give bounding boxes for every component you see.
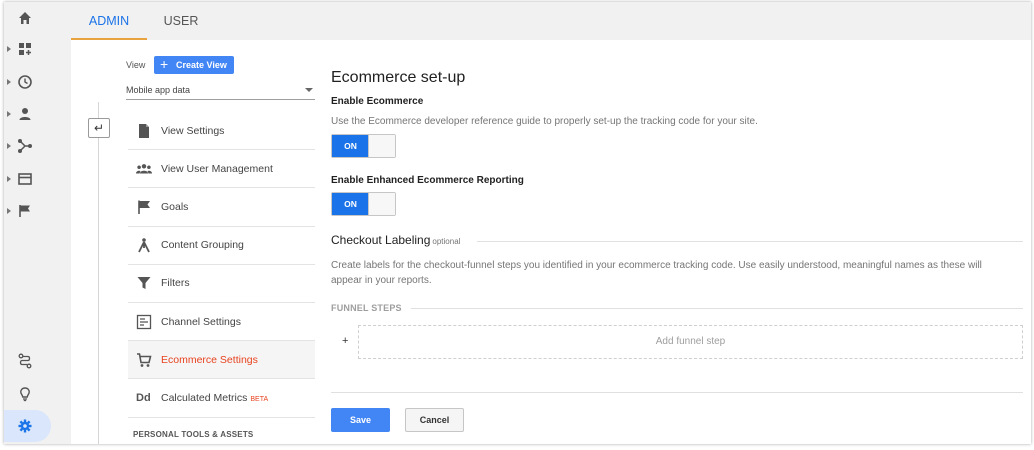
- checkout-description-line-2: appear in your reports.: [331, 275, 432, 286]
- rail-conversions[interactable]: [4, 195, 71, 227]
- menu-item-view-settings[interactable]: View Settings: [128, 112, 315, 151]
- checkout-description: Create labels for the checkout-funnel st…: [331, 258, 982, 288]
- beta-badge: BETA: [250, 395, 269, 403]
- dashboard-icon: [19, 43, 31, 55]
- expand-caret-icon: [7, 176, 11, 182]
- enhanced-ecommerce-label: Enable Enhanced Ecommerce Reporting: [331, 175, 524, 186]
- view-selected-value: Mobile app data: [126, 85, 191, 95]
- clock-icon: [18, 75, 32, 89]
- discover-icon: [18, 353, 32, 369]
- expand-caret-icon: [7, 79, 11, 85]
- create-view-label: Create View: [176, 60, 227, 70]
- expand-caret-icon: [7, 46, 11, 52]
- dropdown-arrow-icon: [305, 88, 313, 92]
- menu-item-label: Channel Settings: [161, 315, 241, 328]
- create-view-button[interactable]: + Create View: [154, 56, 234, 74]
- enable-ecommerce-description: Use the Ecommerce developer reference gu…: [331, 116, 758, 127]
- menu-item-label: Ecommerce Settings: [161, 353, 258, 366]
- expand-caret-icon: [7, 208, 11, 214]
- save-button[interactable]: Save: [331, 408, 390, 432]
- rail-acquisition[interactable]: [4, 130, 71, 162]
- menu-item-filters[interactable]: Filters: [128, 265, 315, 303]
- checkout-labeling-heading: Checkout Labeling optional: [331, 233, 1023, 247]
- checkout-description-line-1: Create labels for the checkout-funnel st…: [331, 260, 982, 271]
- checkout-labeling-title: Checkout Labeling: [331, 233, 431, 247]
- back-arrow-icon: ↵: [93, 121, 105, 135]
- enhanced-ecommerce-toggle[interactable]: ON: [331, 192, 396, 216]
- toggle-on-state: ON: [332, 193, 369, 215]
- view-settings-menu: View Settings View User Management Goals…: [128, 112, 315, 418]
- document-icon: [139, 123, 149, 138]
- personal-tools-heading: PERSONAL TOOLS & ASSETS: [133, 430, 254, 439]
- funnel-steps-title: FUNNEL STEPS: [331, 303, 402, 313]
- expand-caret-icon: [7, 111, 11, 117]
- toggle-on-state: ON: [332, 135, 369, 157]
- column-divider: [98, 102, 99, 444]
- rail-behavior[interactable]: [4, 163, 71, 195]
- flag-icon: [138, 200, 150, 214]
- tab-user[interactable]: USER: [157, 2, 205, 40]
- calculated-metrics-label: Calculated Metrics: [161, 391, 248, 404]
- menu-item-view-user-management[interactable]: View User Management: [128, 150, 315, 189]
- menu-item-goals[interactable]: Goals: [128, 188, 315, 227]
- gear-icon: [18, 419, 32, 433]
- rail-admin[interactable]: [4, 410, 51, 442]
- view-label: View: [126, 60, 146, 70]
- users-icon: [136, 163, 152, 174]
- plus-icon: +: [160, 56, 169, 72]
- menu-item-channel-settings[interactable]: Channel Settings: [128, 303, 315, 342]
- home-icon: [19, 12, 31, 24]
- acquisition-icon: [18, 139, 32, 153]
- cancel-button[interactable]: Cancel: [405, 408, 464, 432]
- lightbulb-icon: [20, 387, 30, 402]
- cart-icon: [137, 352, 152, 367]
- page-title: Ecommerce set-up: [331, 69, 466, 86]
- filter-icon: [137, 277, 151, 290]
- flag-icon: [19, 205, 30, 217]
- optional-tag: optional: [432, 237, 461, 246]
- menu-item-label: Goals: [161, 200, 189, 213]
- channel-icon: [136, 314, 152, 329]
- toggle-knob: [368, 135, 395, 157]
- funnel-steps-heading: FUNNEL STEPS: [331, 303, 1023, 313]
- enable-ecommerce-label: Enable Ecommerce: [331, 96, 424, 107]
- tab-admin[interactable]: ADMIN: [71, 2, 147, 40]
- content-grouping-icon: [138, 238, 150, 253]
- rail-home[interactable]: [4, 2, 71, 34]
- top-tab-bar: ADMIN USER: [71, 2, 1031, 40]
- menu-item-label: View User Management: [161, 162, 273, 175]
- menu-item-label: Filters: [161, 277, 190, 290]
- menu-item-label: Calculated Metrics BETA: [161, 392, 268, 404]
- expand-caret-icon: [7, 143, 11, 149]
- enable-ecommerce-toggle[interactable]: ON: [331, 134, 396, 158]
- behavior-icon: [18, 173, 32, 185]
- left-nav-rail: [4, 2, 71, 444]
- section-rule: [411, 308, 1023, 309]
- rail-discover[interactable]: [4, 378, 71, 410]
- toggle-knob: [368, 193, 395, 215]
- menu-item-ecommerce-settings[interactable]: Ecommerce Settings: [128, 341, 315, 380]
- menu-item-label: Content Grouping: [161, 239, 244, 252]
- add-step-plus-icon[interactable]: +: [342, 335, 348, 347]
- rail-attribution[interactable]: [4, 345, 71, 377]
- menu-item-content-grouping[interactable]: Content Grouping: [128, 227, 315, 265]
- menu-item-calculated-metrics[interactable]: Dd Calculated Metrics BETA: [128, 379, 315, 418]
- rail-customization[interactable]: [4, 33, 71, 65]
- view-selector[interactable]: Mobile app data: [126, 80, 315, 100]
- rail-realtime[interactable]: [4, 66, 71, 98]
- divider: [331, 392, 1023, 393]
- back-button[interactable]: ↵: [88, 118, 110, 138]
- dd-icon: Dd: [136, 391, 151, 404]
- person-icon: [19, 108, 31, 120]
- rail-audience[interactable]: [4, 98, 71, 130]
- analytics-admin-window: ADMIN USER View + Create View Mobile app…: [4, 2, 1031, 444]
- menu-item-label: View Settings: [161, 124, 225, 137]
- add-funnel-step-button[interactable]: Add funnel step: [358, 325, 1023, 359]
- section-rule: [477, 241, 1023, 242]
